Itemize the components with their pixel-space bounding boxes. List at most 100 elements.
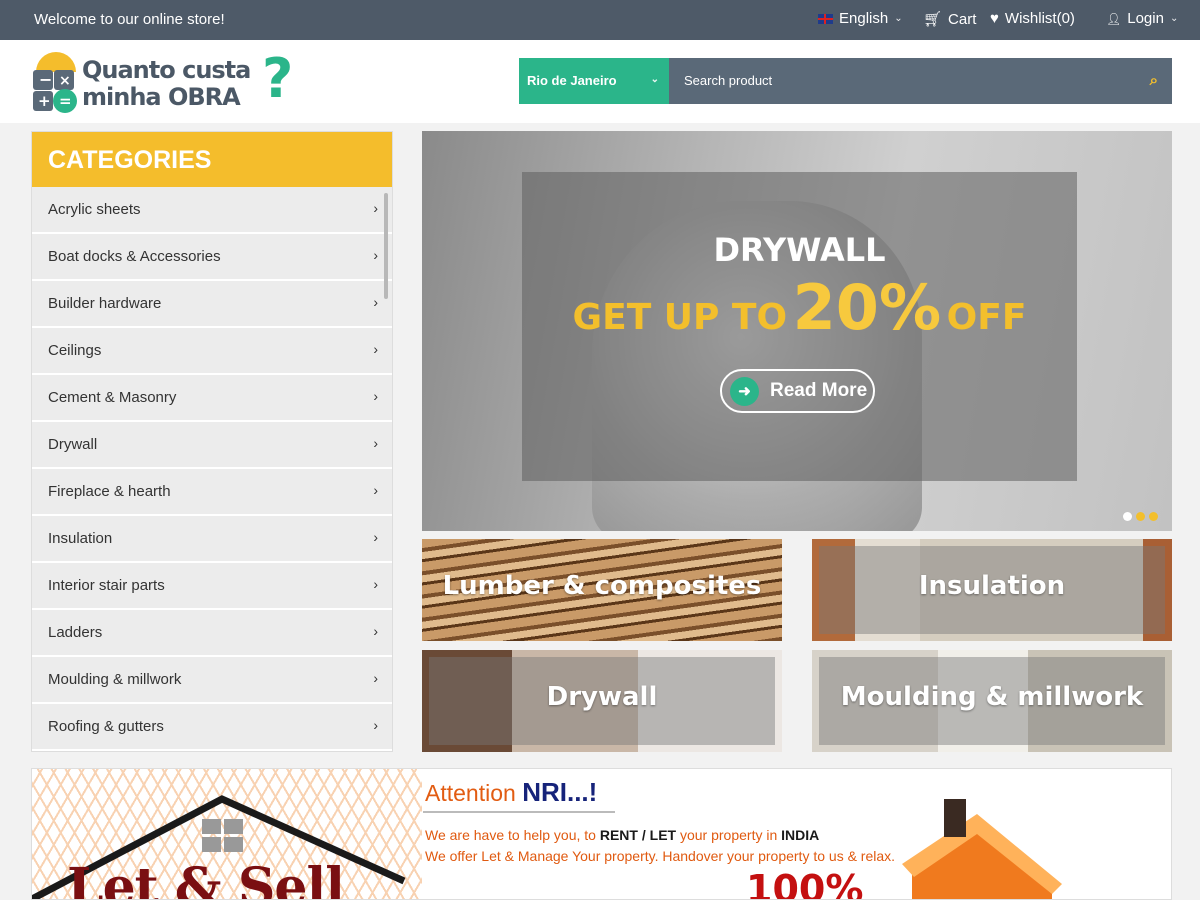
category-label: Insulation xyxy=(48,530,113,547)
chevron-down-icon: ⌄ xyxy=(650,74,659,85)
logo-text[interactable]: Quanto custa minha OBRA xyxy=(82,56,251,111)
category-item[interactable]: Ceilings › xyxy=(32,328,392,375)
language-label: English xyxy=(839,10,889,27)
chevron-right-icon: › xyxy=(373,247,378,263)
chevron-right-icon: › xyxy=(373,294,378,310)
city-label: Rio de Janeiro xyxy=(527,73,617,88)
categories-list: Acrylic sheets › Boat docks & Accessories ›… xyxy=(32,187,392,751)
category-item[interactable]: Insulation › xyxy=(32,516,392,563)
tile-drywall[interactable]: Drywall xyxy=(422,650,782,752)
tile-moulding[interactable]: Moulding & millwork xyxy=(812,650,1172,752)
slider-dots xyxy=(1123,512,1158,521)
login-menu[interactable]: 👤︎ Login ⌄ xyxy=(1106,10,1178,27)
svg-text:−: − xyxy=(39,70,52,89)
tile-label: Drywall xyxy=(546,682,658,712)
categories-panel: CATEGORIES Acrylic sheets › Boat docks & A… xyxy=(31,131,393,752)
category-item[interactable]: Roofing & gutters › xyxy=(32,704,392,751)
hero-offer-prefix: GET UP TO xyxy=(572,297,788,338)
city-select[interactable]: Rio de Janeiro ⌄ xyxy=(519,58,669,104)
wishlist-link[interactable]: ♥ Wishlist(0) xyxy=(990,10,1075,27)
site-header: − × + = Quanto custa minha OBRA ? Rio de… xyxy=(0,40,1200,123)
category-item[interactable]: Fireplace & hearth › xyxy=(32,469,392,516)
category-item[interactable]: Interior stair parts › xyxy=(32,563,392,610)
chevron-right-icon: › xyxy=(373,576,378,592)
categories-title: CATEGORIES xyxy=(32,132,392,187)
categories-scrollbar[interactable] xyxy=(384,193,388,299)
category-label: Cement & Masonry xyxy=(48,389,177,406)
logo-line-1: Quanto custa xyxy=(82,56,251,84)
chevron-right-icon: › xyxy=(373,670,378,686)
language-selector[interactable]: English ⌄ xyxy=(818,10,903,27)
tile-lumber[interactable]: Lumber & composites xyxy=(422,539,782,641)
category-label: Acrylic sheets xyxy=(48,201,141,218)
cart-link[interactable]: 🛒︎ Cart xyxy=(923,10,977,29)
hero-offer-value: 20% xyxy=(792,271,942,344)
chevron-right-icon: › xyxy=(373,341,378,357)
chevron-right-icon: › xyxy=(373,482,378,498)
category-item[interactable]: Ladders › xyxy=(32,610,392,657)
tile-label: Moulding & millwork xyxy=(840,682,1144,712)
chevron-right-icon: › xyxy=(373,200,378,216)
category-item[interactable]: Drywall › xyxy=(32,422,392,469)
chevron-right-icon: › xyxy=(373,435,378,451)
tile-insulation[interactable]: Insulation xyxy=(812,539,1172,641)
banner-let-sell: Let & Sell xyxy=(67,857,345,900)
category-item[interactable]: Builder hardware › xyxy=(32,281,392,328)
chevron-down-icon: ⌄ xyxy=(1169,13,1179,24)
category-label: Ladders xyxy=(48,624,103,641)
category-label: Interior stair parts xyxy=(48,577,165,594)
logo-question-mark: ? xyxy=(262,47,294,110)
chevron-right-icon: › xyxy=(373,717,378,733)
arrow-right-icon: ➜ xyxy=(730,377,759,406)
logo-line-2: minha OBRA xyxy=(82,83,241,111)
banner-text: We are have to help you, to xyxy=(425,827,600,843)
category-label: Ceilings xyxy=(48,342,102,359)
category-label: Boat docks & Accessories xyxy=(48,248,221,265)
hero-offer: GET UP TO 20% OFF xyxy=(522,271,1077,344)
promo-banner[interactable]: Let & Sell Attention NRI...! We are have… xyxy=(31,768,1172,900)
category-label: Moulding & millwork xyxy=(48,671,182,688)
banner-line-1: We are have to help you, to RENT / LET y… xyxy=(425,827,819,843)
attention-nri: NRI...! xyxy=(522,777,598,807)
category-item[interactable]: Moulding & millwork › xyxy=(32,657,392,704)
banner-attention: Attention NRI...! xyxy=(423,769,615,813)
user-icon: 👤︎ xyxy=(1106,11,1122,26)
banner-text: your property in xyxy=(676,827,782,843)
hero-slider[interactable]: DRYWALL GET UP TO 20% OFF ➜ Read More xyxy=(422,131,1172,531)
chevron-right-icon: › xyxy=(373,529,378,545)
slider-dot[interactable] xyxy=(1136,512,1145,521)
category-label: Builder hardware xyxy=(48,295,162,312)
heart-icon: ♥ xyxy=(990,10,999,27)
attention-label: Attention xyxy=(425,780,516,806)
category-label: Drywall xyxy=(48,436,98,453)
top-bar: Welcome to our online store! English ⌄ 🛒… xyxy=(0,0,1200,40)
logo-calculator-icon[interactable]: − × + = xyxy=(32,50,78,114)
category-item[interactable]: Boat docks & Accessories › xyxy=(32,234,392,281)
svg-text:×: × xyxy=(59,73,71,89)
category-item[interactable]: Cement & Masonry › xyxy=(32,375,392,422)
tile-label: Insulation xyxy=(918,571,1066,601)
search-input[interactable]: Search product ⌕ xyxy=(669,58,1172,104)
banner-text-bold: INDIA xyxy=(781,827,820,843)
read-more-button[interactable]: ➜ Read More xyxy=(720,369,875,413)
chevron-right-icon: › xyxy=(373,388,378,404)
login-label: Login xyxy=(1127,10,1164,27)
chevron-down-icon: ⌄ xyxy=(894,13,903,24)
welcome-message: Welcome to our online store! xyxy=(34,11,225,28)
hero-title: DRYWALL xyxy=(713,231,886,269)
search-placeholder: Search product xyxy=(684,73,773,88)
category-label: Roofing & gutters xyxy=(48,718,164,735)
chevron-right-icon: › xyxy=(373,623,378,639)
category-item[interactable]: Acrylic sheets › xyxy=(32,187,392,234)
slider-dot[interactable] xyxy=(1149,512,1158,521)
cart-label: Cart xyxy=(948,10,977,28)
slider-dot[interactable] xyxy=(1123,512,1132,521)
read-more-label: Read More xyxy=(770,380,868,401)
category-label: Fireplace & hearth xyxy=(48,483,171,500)
hero-offer-suffix: OFF xyxy=(946,297,1027,338)
window-icon xyxy=(202,819,243,852)
svg-text:=: = xyxy=(59,92,72,110)
svg-text:+: + xyxy=(38,92,51,110)
search-icon[interactable]: ⌕ xyxy=(1150,72,1158,89)
tile-label: Lumber & composites xyxy=(442,571,762,601)
